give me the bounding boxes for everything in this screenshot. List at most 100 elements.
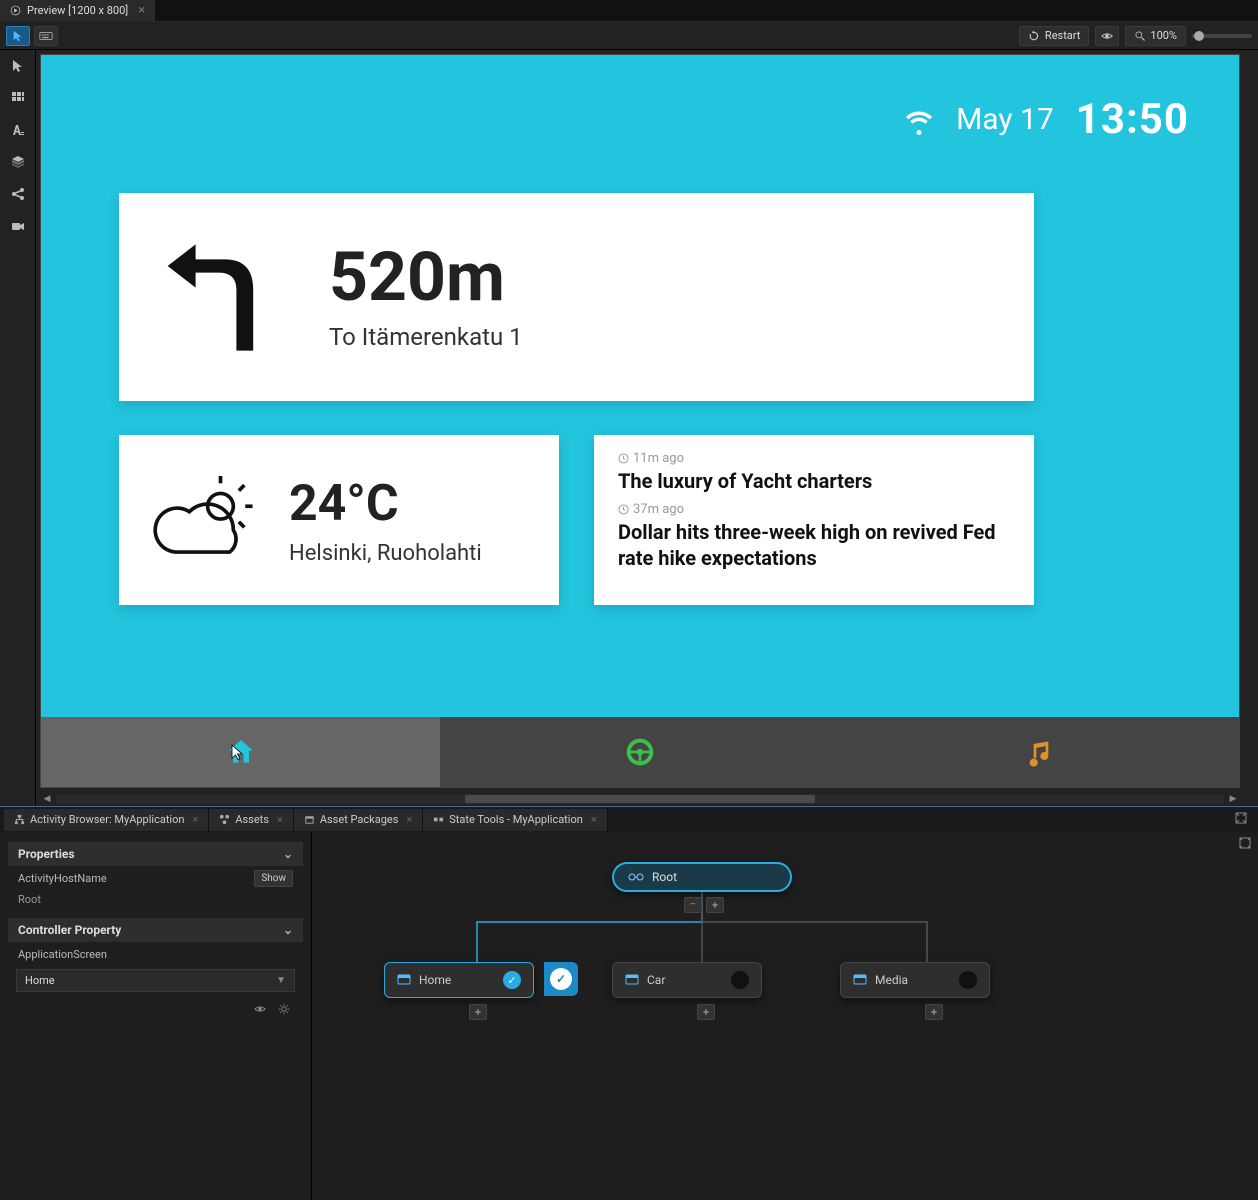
- preview-tab[interactable]: Preview [1200 x 800] ×: [0, 0, 156, 21]
- property-label: ApplicationScreen: [18, 948, 107, 961]
- tab-label: Asset Packages: [320, 813, 399, 826]
- cursor-mode-button[interactable]: [6, 26, 30, 46]
- canvas-horizontal-scrollbar[interactable]: ◀ ▶: [40, 792, 1240, 806]
- visibility-button[interactable]: [1095, 26, 1119, 46]
- news-card[interactable]: 11m ago The luxury of Yacht charters 37m…: [594, 435, 1034, 605]
- scrollbar-thumb[interactable]: [465, 795, 815, 803]
- music-icon: [1023, 736, 1055, 768]
- fit-view-icon[interactable]: [1238, 836, 1252, 853]
- clock-icon: [618, 453, 629, 464]
- navigation-card[interactable]: 520m To Itämerenkatu 1: [119, 193, 1034, 401]
- close-icon[interactable]: ×: [591, 813, 597, 826]
- state-graph-pane[interactable]: Root – + Home ✓ ✓ + Car + Media +: [312, 832, 1258, 1200]
- camera-tool[interactable]: [6, 214, 30, 238]
- state-node-media[interactable]: Media: [840, 962, 990, 998]
- scroll-right-icon[interactable]: ▶: [1226, 792, 1240, 806]
- vertical-tool-strip: [0, 50, 36, 806]
- add-child-button[interactable]: +: [697, 1004, 715, 1020]
- status-bar: May 17 13:50: [904, 95, 1189, 144]
- tab-label: Activity Browser: MyApplication: [30, 813, 184, 826]
- property-label: ActivityHostName: [18, 872, 107, 885]
- preview-tab-strip: Preview [1200 x 800] ×: [0, 0, 1258, 22]
- application-screen-select[interactable]: Home ▼: [16, 969, 295, 992]
- section-title: Properties: [18, 847, 75, 861]
- preview-canvas: May 17 13:50 520m To Itämerenkatu 1: [36, 50, 1244, 806]
- select-value: Home: [25, 974, 55, 987]
- steering-wheel-icon: [624, 736, 656, 768]
- close-icon[interactable]: ×: [138, 3, 145, 18]
- weather-temp: 24°C: [289, 475, 482, 533]
- clock-icon: [618, 504, 629, 515]
- state-icon: [433, 814, 444, 825]
- gear-icon[interactable]: [277, 1002, 291, 1016]
- magnify-icon: [1134, 30, 1146, 42]
- properties-pane: Properties ⌄ ActivityHostName Show Root …: [0, 832, 312, 1200]
- eye-icon: [1100, 29, 1114, 43]
- node-label: Home: [419, 973, 451, 987]
- eye-icon[interactable]: [253, 1002, 267, 1016]
- close-icon[interactable]: ×: [192, 813, 198, 826]
- home-icon: [225, 736, 257, 768]
- zoom-slider[interactable]: [1192, 34, 1252, 38]
- controller-section-header[interactable]: Controller Property ⌄: [8, 918, 303, 942]
- state-indicator: [731, 971, 749, 989]
- bottom-tab-strip: Activity Browser: MyApplication × Assets…: [0, 806, 1258, 832]
- state-node-car[interactable]: Car: [612, 962, 762, 998]
- chevron-down-icon: ⌄: [283, 923, 293, 937]
- nav-tab-car[interactable]: [440, 717, 839, 787]
- preview-toolbar: Restart 100%: [0, 22, 1258, 50]
- tab-assets[interactable]: Assets ×: [209, 809, 294, 831]
- close-icon[interactable]: ×: [277, 813, 283, 826]
- tab-state-tools[interactable]: State Tools - MyApplication ×: [423, 809, 607, 831]
- weather-icon: [149, 465, 259, 575]
- close-icon[interactable]: ×: [406, 813, 412, 826]
- scroll-left-icon[interactable]: ◀: [40, 792, 54, 806]
- hierarchy-icon: [14, 814, 25, 825]
- node-label: Root: [652, 870, 677, 884]
- zoom-slider-thumb[interactable]: [1194, 31, 1204, 41]
- tab-activity-browser[interactable]: Activity Browser: MyApplication ×: [4, 809, 209, 831]
- weather-card[interactable]: 24°C Helsinki, Ruoholahti: [119, 435, 559, 605]
- layers-tool[interactable]: [6, 150, 30, 174]
- chevron-down-icon: ▼: [276, 975, 286, 986]
- restart-icon: [1028, 30, 1040, 42]
- show-button[interactable]: Show: [254, 870, 293, 887]
- add-child-button[interactable]: +: [469, 1004, 487, 1020]
- share-tool[interactable]: [6, 182, 30, 206]
- keyboard-mode-button[interactable]: [34, 26, 58, 46]
- text-tool[interactable]: [6, 118, 30, 142]
- select-tool[interactable]: [6, 54, 30, 78]
- state-node-root[interactable]: Root: [612, 862, 792, 892]
- tab-asset-packages[interactable]: Asset Packages ×: [294, 809, 423, 831]
- news-timestamp: 37m ago: [618, 502, 1010, 517]
- screen-icon: [853, 974, 867, 986]
- nav-distance: 520m: [329, 243, 523, 311]
- state-node-home[interactable]: Home ✓: [384, 962, 534, 998]
- add-child-button[interactable]: +: [706, 897, 724, 913]
- keyboard-icon: [39, 29, 53, 43]
- screen-icon: [397, 974, 411, 986]
- properties-section-header[interactable]: Properties ⌄: [8, 842, 303, 866]
- property-value: Root: [8, 891, 303, 912]
- nav-tab-media[interactable]: [840, 717, 1239, 787]
- news-item: 11m ago The luxury of Yacht charters: [618, 451, 1010, 494]
- collapse-toggle[interactable]: –: [684, 897, 702, 913]
- dashboard-screen: May 17 13:50 520m To Itämerenkatu 1: [41, 55, 1239, 787]
- section-title: Controller Property: [18, 923, 121, 937]
- grid-tool[interactable]: [6, 86, 30, 110]
- package-icon: [304, 814, 315, 825]
- tab-label: Assets: [235, 813, 269, 826]
- expand-icon[interactable]: [1234, 811, 1248, 825]
- nav-destination: To Itämerenkatu 1: [329, 323, 523, 351]
- play-icon: [10, 5, 21, 16]
- nav-tab-home[interactable]: [41, 717, 440, 787]
- state-indicator: [959, 971, 977, 989]
- screen-icon: [625, 974, 639, 986]
- activate-state-button[interactable]: ✓: [544, 962, 578, 996]
- zoom-display[interactable]: 100%: [1125, 26, 1186, 46]
- right-gutter: [1244, 50, 1258, 806]
- add-child-button[interactable]: +: [925, 1004, 943, 1020]
- restart-button[interactable]: Restart: [1019, 26, 1089, 46]
- status-time: 13:50: [1076, 95, 1189, 144]
- assets-icon: [219, 814, 230, 825]
